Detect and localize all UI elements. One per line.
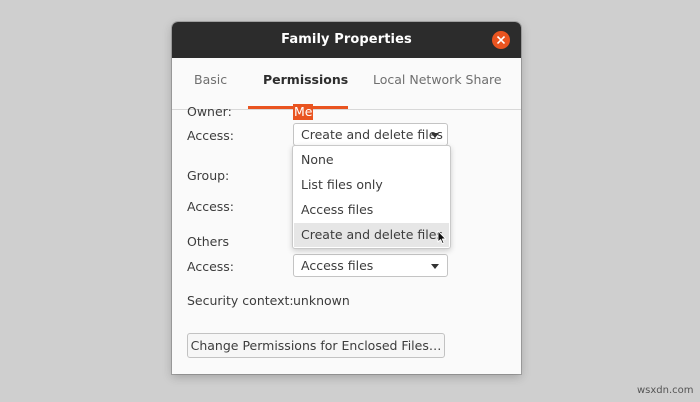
close-icon xyxy=(497,36,505,44)
watermark: wsxdn.com xyxy=(637,385,694,396)
change-enclosed-permissions-button[interactable]: Change Permissions for Enclosed Files… xyxy=(187,333,445,358)
dropdown-option-create-and-delete-files[interactable]: Create and delete files xyxy=(294,223,449,247)
option-label: Create and delete files xyxy=(301,227,443,242)
others-access-value: Access files xyxy=(301,258,374,273)
others-access-combo[interactable]: Access files xyxy=(293,254,448,277)
owner-access-value: Create and delete files xyxy=(301,127,443,142)
owner-access-combo[interactable]: Create and delete files xyxy=(293,123,448,146)
owner-access-label: Access: xyxy=(187,128,235,143)
security-context-value: unknown xyxy=(293,293,350,308)
access-dropdown-menu: None List files only Access files Create… xyxy=(292,145,451,249)
owner-label: Owner: xyxy=(187,104,232,119)
mouse-pointer-icon xyxy=(437,230,447,245)
others-access-label: Access: xyxy=(187,259,235,274)
others-label: Others xyxy=(187,234,230,249)
chevron-down-icon xyxy=(431,133,439,138)
dropdown-option-access-files[interactable]: Access files xyxy=(294,198,449,222)
option-label: Access files xyxy=(301,202,374,217)
tab-local-network-share[interactable]: Local Network Share xyxy=(373,72,502,87)
window-title: Family Properties xyxy=(281,32,412,47)
option-label: List files only xyxy=(301,177,383,192)
security-context-label: Security context: xyxy=(187,293,294,308)
group-access-label: Access: xyxy=(187,199,235,214)
tab-bar: Basic Permissions Local Network Share xyxy=(172,58,521,110)
tab-permissions[interactable]: Permissions xyxy=(263,72,348,87)
title-bar[interactable]: Family Properties xyxy=(172,22,521,58)
properties-dialog: Family Properties Basic Permissions Loca… xyxy=(172,22,521,374)
owner-value[interactable]: Me xyxy=(293,104,314,120)
chevron-down-icon xyxy=(431,264,439,269)
tab-basic[interactable]: Basic xyxy=(194,72,227,87)
dropdown-option-none[interactable]: None xyxy=(294,148,449,172)
option-label: None xyxy=(301,152,334,167)
close-button[interactable] xyxy=(492,31,510,49)
group-label: Group: xyxy=(187,168,230,183)
dropdown-option-list-files-only[interactable]: List files only xyxy=(294,173,449,197)
